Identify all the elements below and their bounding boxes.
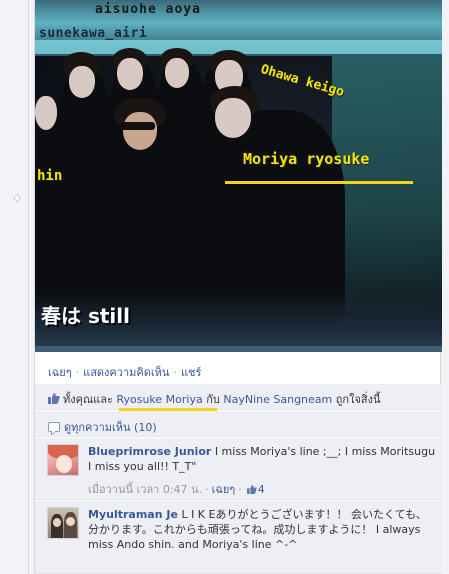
liker-link-2[interactable]: NayNine Sangneam: [223, 393, 332, 406]
thumbs-up-icon: [48, 393, 60, 404]
photo-subtitle: 春は still: [41, 304, 130, 328]
photo-mask-face: [117, 58, 143, 90]
comment-timestamp[interactable]: เมื่อวานนี้ เวลา 0:47 น.: [88, 483, 202, 496]
photo-mask-face: [165, 58, 189, 88]
moriya-highlight-underline: [225, 181, 413, 184]
avatar-face: [53, 518, 61, 527]
comment-meta: เมื่อวานนี้ เวลา 0:47 น. · เฉยๆ · 4: [88, 480, 265, 498]
photo-stage-light: [332, 56, 442, 316]
timeline-line: [28, 0, 29, 574]
photo-sunglasses: [121, 122, 155, 130]
view-all-comments[interactable]: ดูทุกความเห็น (10): [48, 418, 157, 436]
post-photo[interactable]: aisuohe aoya sunekawa_airi Ohawa keigo M…: [35, 0, 442, 352]
comment-author[interactable]: Blueprimrose Junior: [88, 445, 211, 458]
post-card: aisuohe aoya sunekawa_airi Ohawa keigo M…: [34, 0, 442, 574]
separator: ·: [173, 366, 177, 379]
likes-prefix: ทั้งคุณและ: [63, 393, 113, 406]
left-gutter: [0, 0, 34, 574]
separator: ·: [238, 483, 242, 496]
photo-bottom-bar: [35, 346, 442, 352]
comment-body: Blueprimrose Junior I miss Moriya's line…: [88, 444, 436, 474]
post-actions: เฉยๆ · แสดงความคิดเห็น · แชร์: [48, 363, 201, 381]
likes-summary: ทั้งคุณและ Ryosuke Moriya กับ NayNine Sa…: [48, 390, 381, 408]
likes-suffix: ถูกใจสิ่งนี้: [335, 393, 381, 406]
avatar[interactable]: [47, 507, 79, 539]
photo-mask-face: [215, 98, 251, 138]
likes-conjunction: กับ: [206, 393, 220, 406]
photo-mask-face: [69, 66, 95, 98]
liker-link-1[interactable]: Ryosuke Moriya: [116, 393, 202, 406]
view-all-comments-label: ดูทุกความเห็น (10): [64, 421, 157, 434]
comment-like-action[interactable]: เฉยๆ: [212, 483, 236, 496]
comment-action[interactable]: แสดงความคิดเห็น: [83, 366, 169, 379]
comment-like-count[interactable]: 4: [258, 483, 265, 496]
like-action[interactable]: เฉยๆ: [48, 366, 72, 379]
comment-author[interactable]: Myultraman Je: [88, 508, 178, 521]
photo-overlay-name-left: sunekawa_airi: [39, 26, 148, 41]
avatar[interactable]: [47, 444, 79, 476]
comment-item: Myultraman Je L I K Eありがとうございます！！ 会いたくても…: [35, 501, 442, 574]
avatar-face: [56, 455, 72, 473]
comment-icon: [48, 422, 60, 432]
avatar-face: [66, 517, 75, 526]
separator: ·: [75, 366, 80, 379]
photo-overlay-top: aisuohe aoya: [95, 2, 201, 17]
share-action[interactable]: แชร์: [181, 366, 201, 379]
thumbs-up-icon: [246, 485, 257, 494]
timeline-notch: [12, 193, 22, 203]
photo-overlay-moriya: Moriya ryosuke: [243, 150, 370, 168]
comment-body: Myultraman Je L I K Eありがとうございます！！ 会いたくても…: [88, 507, 436, 552]
photo-dancer: [35, 110, 69, 310]
photo-overlay-shin: hin: [37, 168, 63, 184]
separator: ·: [205, 483, 209, 496]
comment-item: Blueprimrose Junior I miss Moriya's line…: [35, 438, 442, 500]
photo-mask-face: [35, 96, 57, 130]
photo-lead-face: [123, 112, 157, 150]
